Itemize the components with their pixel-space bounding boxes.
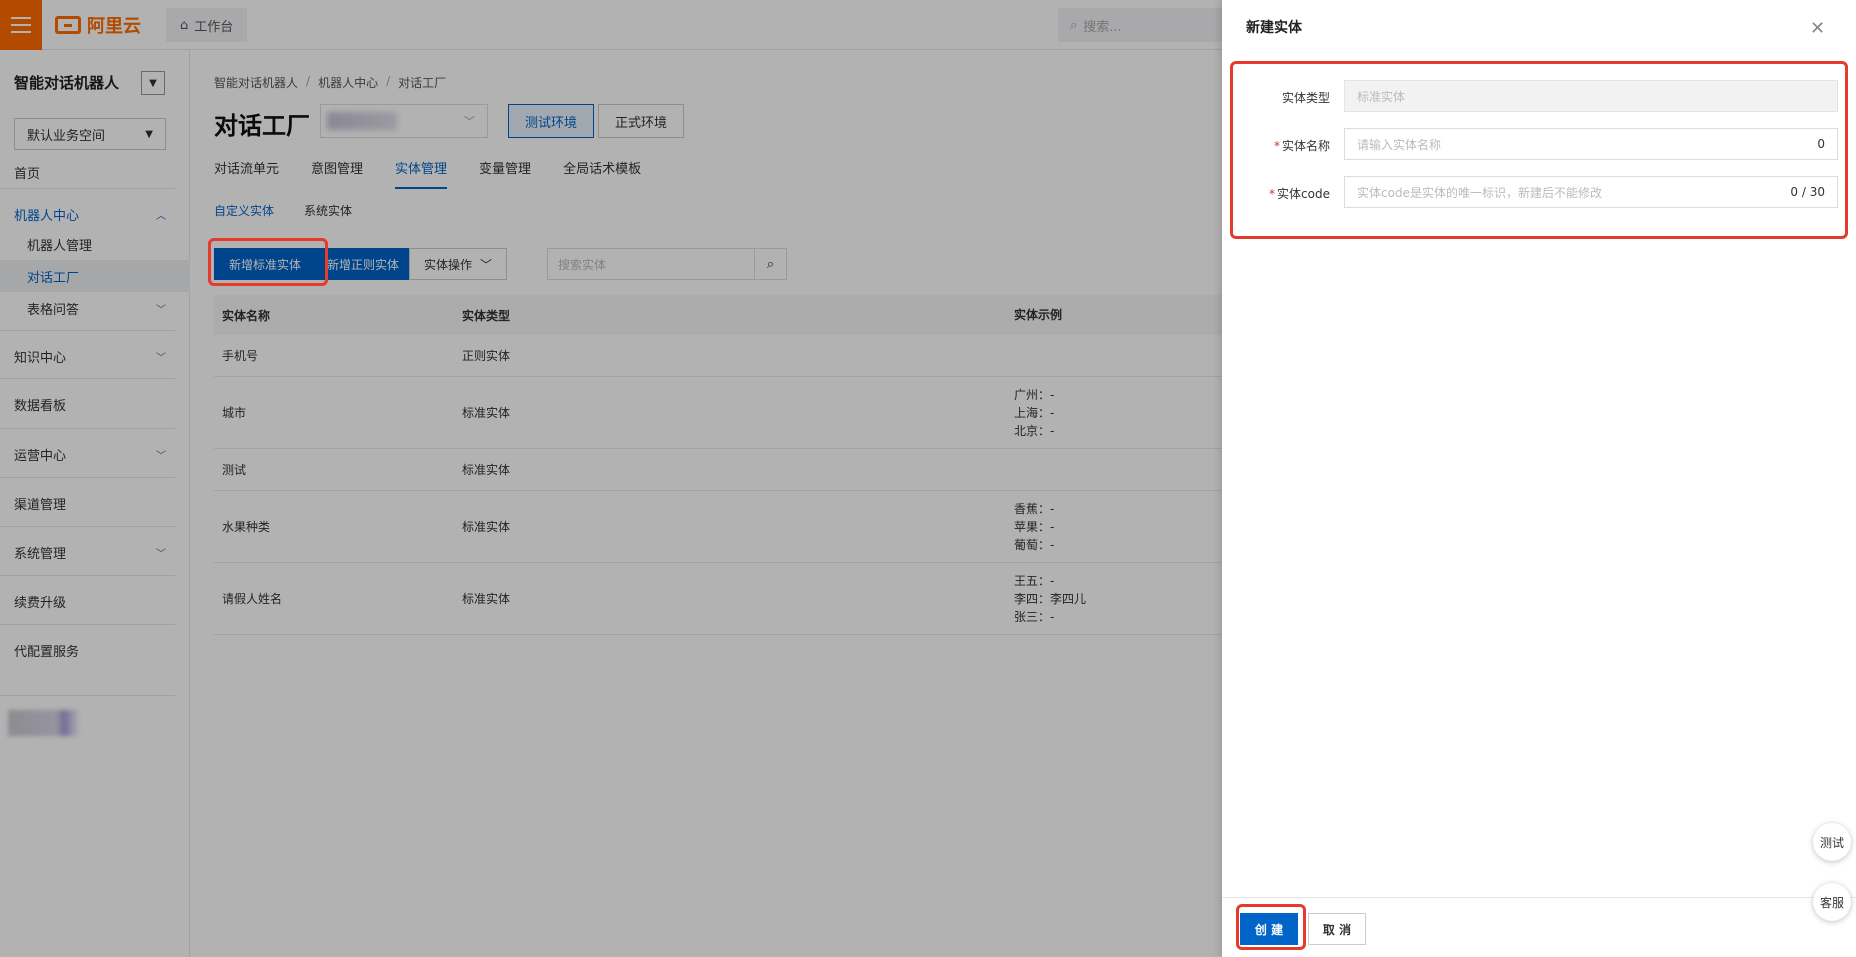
modal-mask[interactable] [0, 0, 1222, 957]
entity-type-label: 实体类型 [1281, 91, 1330, 105]
required-mark: * [1269, 187, 1276, 201]
drawer-footer: 创 建 取 消 [1222, 897, 1856, 957]
entity-name-label: * 实体名称 [1274, 137, 1330, 154]
entity-name-placeholder: 请输入实体名称 [1357, 137, 1442, 152]
required-mark: * [1273, 139, 1280, 153]
float-service-button[interactable]: 客服 [1813, 883, 1851, 921]
float-test-button[interactable]: 测试 [1813, 823, 1851, 861]
entity-type-value: 标准实体 [1357, 89, 1406, 104]
entity-name-field[interactable]: 请输入实体名称 0 [1344, 128, 1838, 160]
cancel-button[interactable]: 取 消 [1308, 913, 1366, 945]
entity-code-label-text: 实体code [1277, 187, 1330, 201]
entity-name-label-text: 实体名称 [1281, 139, 1330, 153]
entity-code-row: * 实体code 实体code是实体的唯一标识，新建后不能修改 0 / 30 [1222, 176, 1856, 210]
entity-type-field: 标准实体 [1344, 80, 1838, 112]
entity-name-row: * 实体名称 请输入实体名称 0 [1222, 128, 1856, 162]
entity-name-counter: 0 [1817, 137, 1825, 151]
drawer-title: 新建实体 [1246, 20, 1302, 36]
entity-code-placeholder: 实体code是实体的唯一标识，新建后不能修改 [1357, 185, 1602, 200]
close-icon[interactable]: ✕ [1810, 18, 1825, 39]
create-button[interactable]: 创 建 [1240, 913, 1298, 945]
entity-code-field[interactable]: 实体code是实体的唯一标识，新建后不能修改 0 / 30 [1344, 176, 1838, 208]
create-entity-drawer: 新建实体 ✕ 实体类型 标准实体 * 实体名称 请输入实体名称 0 * 实体code… [1222, 0, 1856, 957]
entity-code-counter: 0 / 30 [1790, 185, 1825, 199]
entity-code-label: * 实体code [1269, 185, 1330, 202]
entity-type-row: 实体类型 标准实体 [1222, 80, 1856, 114]
